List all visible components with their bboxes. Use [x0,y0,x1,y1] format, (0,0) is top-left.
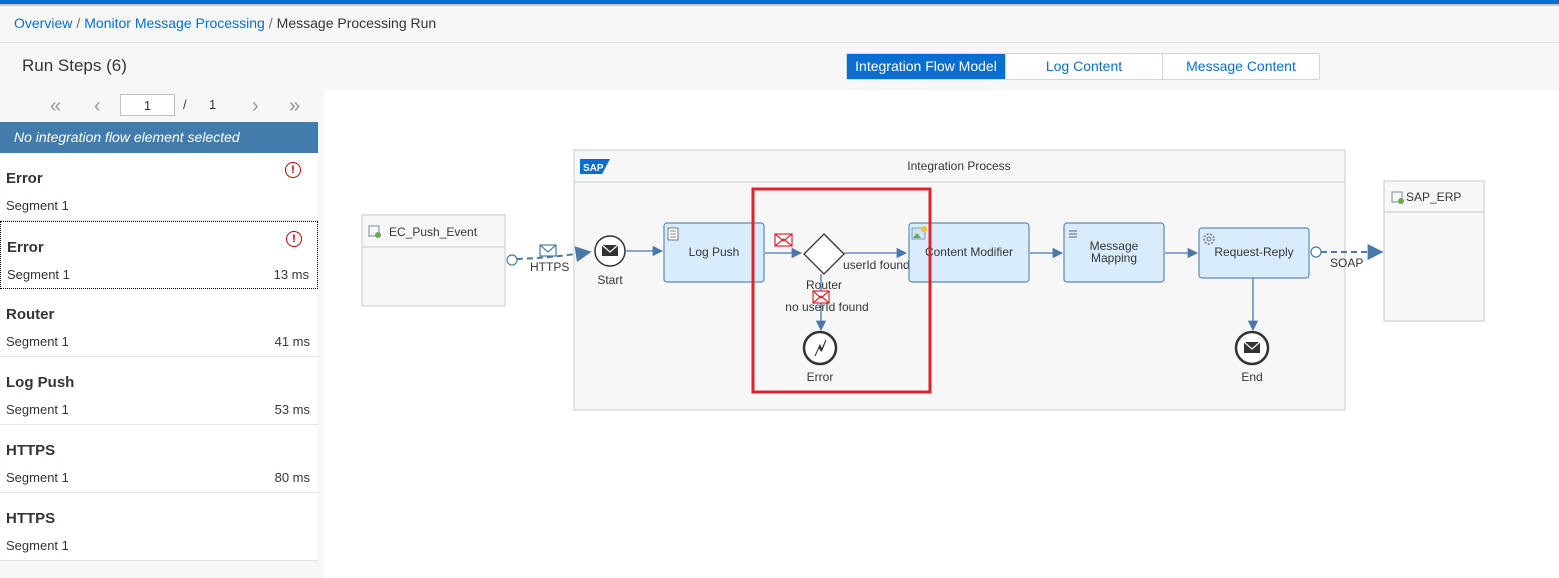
receiver-participant[interactable]: SAP_ERP [1383,180,1485,322]
header-divider [0,42,1559,43]
run-step-https-1[interactable]: HTTPS Segment 1 80 ms [0,425,318,493]
step-segment: Segment 1 [6,470,69,485]
step-segment: Segment 1 [6,198,69,213]
error-icon: ! [286,231,302,247]
error-end-event[interactable]: Error [802,330,838,384]
step-duration: 80 ms [274,470,310,485]
sender-participant[interactable]: EC_Push_Event [361,214,506,307]
step-name: Router [6,306,55,323]
step-name: Error [7,239,44,256]
step-name: HTTPS [6,510,56,527]
log-push-label: Log Push [689,245,740,259]
breadcrumb-monitor-link[interactable]: Monitor Message Processing [84,15,265,31]
integration-flow-canvas[interactable]: SAP Integration Process EC_Push_Event SA… [324,90,1559,578]
receiver-label: SAP_ERP [1406,190,1461,204]
request-reply-label: Request-Reply [1214,245,1293,259]
breadcrumb-overview-link[interactable]: Overview [14,15,72,31]
tab-message-content[interactable]: Message Content [1163,54,1319,79]
next-page-icon[interactable]: › [252,95,259,118]
run-step-router[interactable]: Router Segment 1 41 ms [0,289,318,357]
page-number-input[interactable]: 1 [120,94,175,116]
selection-banner: No integration flow element selected [0,122,318,153]
step-segment: Segment 1 [7,267,70,282]
breadcrumb-current: Message Processing Run [276,15,437,31]
tab-log-content[interactable]: Log Content [1006,54,1163,79]
message-mapping-task[interactable]: Message Mapping [1063,222,1165,283]
route-not-found-label: no userId found [785,300,868,314]
content-modifier-label: Content Modifier [925,245,1013,259]
page-separator: / [183,97,187,112]
breadcrumb-separator: / [268,15,273,31]
steps-pager: « ‹ 1 / 1 › » [0,92,318,120]
integration-flow-diagram: SAP Integration Process EC_Push_Event SA… [361,149,1485,411]
run-step-error-1[interactable]: Error ! Segment 1 [0,153,318,221]
run-step-error-2[interactable]: Error ! Segment 1 13 ms [0,221,318,289]
start-event[interactable]: Start [594,235,626,287]
route-found-label: userId found [843,258,910,272]
receiver-channel-label: SOAP [1330,256,1363,270]
step-name: Log Push [6,374,75,391]
top-accent-shadow [0,4,1559,6]
step-duration: 13 ms [273,267,309,282]
tab-integration-flow-model[interactable]: Integration Flow Model [847,54,1006,79]
error-envelope-icon [774,233,793,247]
step-segment: Segment 1 [6,402,69,417]
log-push-task[interactable]: Log Push [663,222,765,283]
envelope-icon [539,244,557,257]
prev-page-icon[interactable]: ‹ [94,95,101,118]
router-label: Router [806,278,842,292]
run-step-log-push[interactable]: Log Push Segment 1 53 ms [0,357,318,425]
run-steps-title: Run Steps (6) [22,56,127,75]
sender-channel-label: HTTPS [530,260,569,274]
content-modifier-icon [911,226,927,240]
step-name: HTTPS [6,442,56,459]
step-name: Error [6,170,43,187]
error-icon: ! [285,162,301,178]
message-mapping-label-line2: Mapping [1091,251,1137,265]
breadcrumb: Overview / Monitor Message Processing / Mess… [14,14,436,32]
step-segment: Segment 1 [6,334,69,349]
step-duration: 41 ms [274,334,310,349]
script-icon [667,227,679,241]
step-segment: Segment 1 [6,538,69,553]
page-total: 1 [209,97,217,112]
request-reply-task[interactable]: Request-Reply [1198,227,1310,279]
error-event-label: Error [807,370,834,384]
content-modifier-task[interactable]: Content Modifier [908,222,1030,283]
first-page-icon[interactable]: « [50,95,61,118]
svg-text:SAP: SAP [583,163,604,174]
run-steps-list: Error ! Segment 1 Error ! Segment 1 13 m… [0,153,318,561]
start-label: Start [597,273,623,287]
step-duration: 53 ms [274,402,310,417]
breadcrumb-separator: / [76,15,81,31]
end-label: End [1241,370,1262,384]
view-tabs: Integration Flow Model Log Content Messa… [846,53,1320,80]
pool-title: Integration Process [907,159,1010,173]
sender-label: EC_Push_Event [389,225,478,239]
last-page-icon[interactable]: » [289,95,300,118]
run-step-https-2[interactable]: HTTPS Segment 1 [0,493,318,561]
